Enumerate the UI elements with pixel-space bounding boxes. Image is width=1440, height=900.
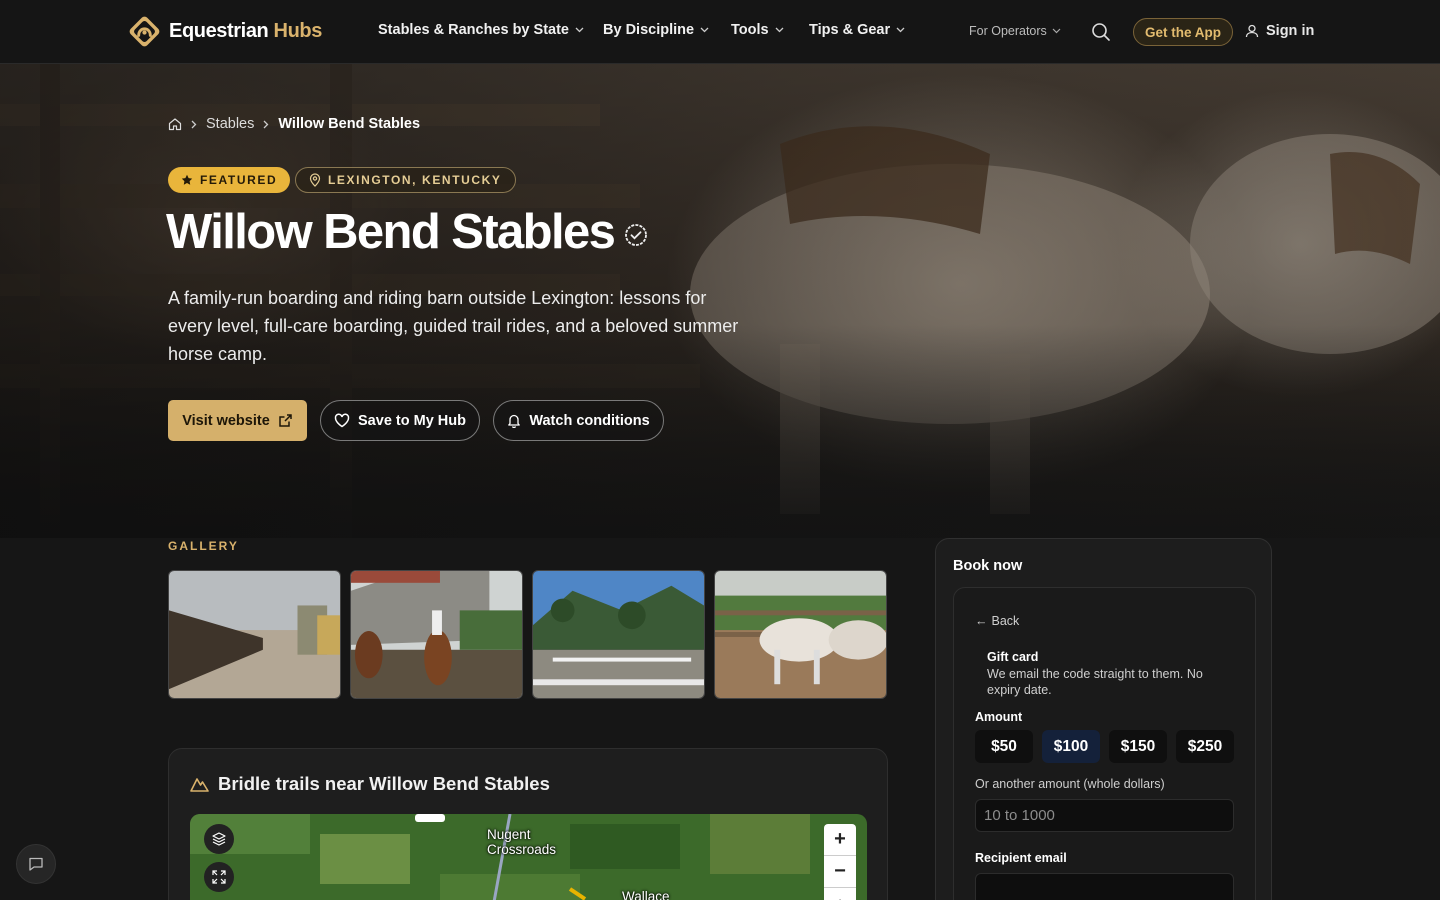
map-label-wallace: Wallace bbox=[622, 889, 670, 900]
gallery-photo-barn-aisle[interactable] bbox=[168, 570, 341, 699]
chevron-down-icon bbox=[775, 27, 784, 33]
map-layers-button[interactable] bbox=[204, 824, 234, 854]
amount-label: Amount bbox=[975, 710, 1023, 724]
user-icon bbox=[1245, 24, 1259, 38]
hero-section: Stables Willow Bend Stables FEATURED LEX… bbox=[0, 64, 1440, 538]
amount-option-100[interactable]: $100 bbox=[1042, 730, 1100, 763]
location-badge[interactable]: LEXINGTON, KENTUCKY bbox=[295, 167, 516, 193]
back-button[interactable]: ← Back bbox=[975, 614, 1019, 628]
logo-text: Equestrian Hubs bbox=[169, 20, 322, 42]
logo[interactable]: Equestrian Hubs bbox=[128, 15, 322, 48]
gallery-photo-riders[interactable] bbox=[350, 570, 523, 699]
featured-badge: FEATURED bbox=[168, 167, 291, 193]
get-the-app-button[interactable]: Get the App bbox=[1133, 18, 1233, 46]
photo-riders bbox=[351, 571, 522, 698]
chevron-down-icon bbox=[700, 27, 709, 33]
watch-conditions-button[interactable]: Watch conditions bbox=[493, 400, 664, 441]
photo-barn-aisle bbox=[169, 571, 340, 698]
amount-option-150[interactable]: $150 bbox=[1109, 730, 1167, 763]
custom-amount-label: Or another amount (whole dollars) bbox=[975, 777, 1165, 791]
horseshoe-logo-icon bbox=[129, 16, 160, 47]
photo-white-horses bbox=[715, 571, 886, 698]
booking-panel: Book now ← Back Gift card We email the c… bbox=[935, 538, 1272, 900]
photo-arena bbox=[533, 571, 704, 698]
search-icon[interactable] bbox=[1091, 22, 1111, 42]
expand-icon bbox=[212, 870, 226, 884]
chevron-down-icon bbox=[896, 27, 905, 33]
layers-icon bbox=[212, 832, 226, 846]
visit-website-button[interactable]: Visit website bbox=[168, 400, 307, 441]
map-fullscreen-button[interactable] bbox=[204, 862, 234, 892]
chat-button[interactable] bbox=[16, 844, 56, 884]
map-zoom-controls: + − ▴ bbox=[824, 824, 856, 900]
chat-bubble-icon bbox=[29, 857, 43, 871]
gift-card-title: Gift card bbox=[987, 650, 1039, 664]
map-label-nugent-crossroads: Nugent Crossroads bbox=[487, 827, 557, 857]
page-title: Willow Bend Stables bbox=[166, 204, 648, 260]
chevron-down-icon bbox=[1052, 28, 1061, 34]
chevron-down-icon bbox=[575, 27, 584, 33]
amount-option-50[interactable]: $50 bbox=[975, 730, 1033, 763]
zoom-out-button[interactable]: − bbox=[824, 856, 856, 888]
mountain-icon bbox=[190, 778, 209, 792]
gallery-photo-white-horses[interactable] bbox=[714, 570, 887, 699]
hero-content: Stables Willow Bend Stables FEATURED LEX… bbox=[0, 64, 1440, 538]
trails-map[interactable]: + − ▴ Nugent Crossroads Wallace bbox=[190, 814, 867, 900]
external-link-icon bbox=[279, 414, 292, 427]
save-to-hub-button[interactable]: Save to My Hub bbox=[320, 400, 480, 441]
arrow-left-icon: ← bbox=[975, 614, 988, 628]
map-pin-icon bbox=[309, 173, 321, 187]
stable-description: A family-run boarding and riding barn ou… bbox=[168, 288, 739, 364]
recipient-email-input[interactable] bbox=[975, 873, 1234, 900]
recipient-email-label: Recipient email bbox=[975, 851, 1067, 865]
nav-by-discipline[interactable]: By Discipline bbox=[603, 22, 709, 38]
chevron-right-icon bbox=[263, 120, 269, 128]
custom-amount-input[interactable]: 10 to 1000 bbox=[975, 799, 1234, 832]
sign-in-link[interactable]: Sign in bbox=[1245, 23, 1314, 39]
verified-check-icon bbox=[625, 224, 648, 246]
nav-tips-gear[interactable]: Tips & Gear bbox=[809, 22, 905, 38]
star-icon bbox=[181, 174, 193, 185]
nav-stables-by-state[interactable]: Stables & Ranches by State bbox=[378, 22, 584, 38]
breadcrumb: Stables Willow Bend Stables bbox=[168, 116, 420, 132]
top-nav: Equestrian Hubs Stables & Ranches by Sta… bbox=[0, 0, 1440, 64]
amount-option-250[interactable]: $250 bbox=[1176, 730, 1234, 763]
zoom-in-button[interactable]: + bbox=[824, 824, 856, 856]
trails-heading: Bridle trails near Willow Bend Stables bbox=[190, 773, 550, 795]
home-icon[interactable] bbox=[168, 117, 182, 131]
gallery-heading: GALLERY bbox=[168, 539, 239, 553]
gift-card-form: ← Back Gift card We email the code strai… bbox=[953, 587, 1256, 900]
heart-icon bbox=[334, 413, 350, 428]
nav-tools[interactable]: Tools bbox=[731, 22, 784, 38]
nav-for-operators[interactable]: For Operators bbox=[969, 24, 1061, 38]
bell-icon bbox=[508, 414, 521, 428]
booking-title: Book now bbox=[953, 558, 1023, 574]
chevron-right-icon bbox=[191, 120, 197, 128]
gift-card-description: We email the code straight to them. No e… bbox=[987, 667, 1203, 697]
breadcrumb-current: Willow Bend Stables bbox=[278, 116, 421, 132]
breadcrumb-stables[interactable]: Stables bbox=[206, 116, 254, 132]
bridle-trails-card: Bridle trails near Willow Bend Stables + bbox=[168, 748, 888, 900]
gallery-photo-arena[interactable] bbox=[532, 570, 705, 699]
compass-button[interactable]: ▴ bbox=[824, 888, 856, 900]
